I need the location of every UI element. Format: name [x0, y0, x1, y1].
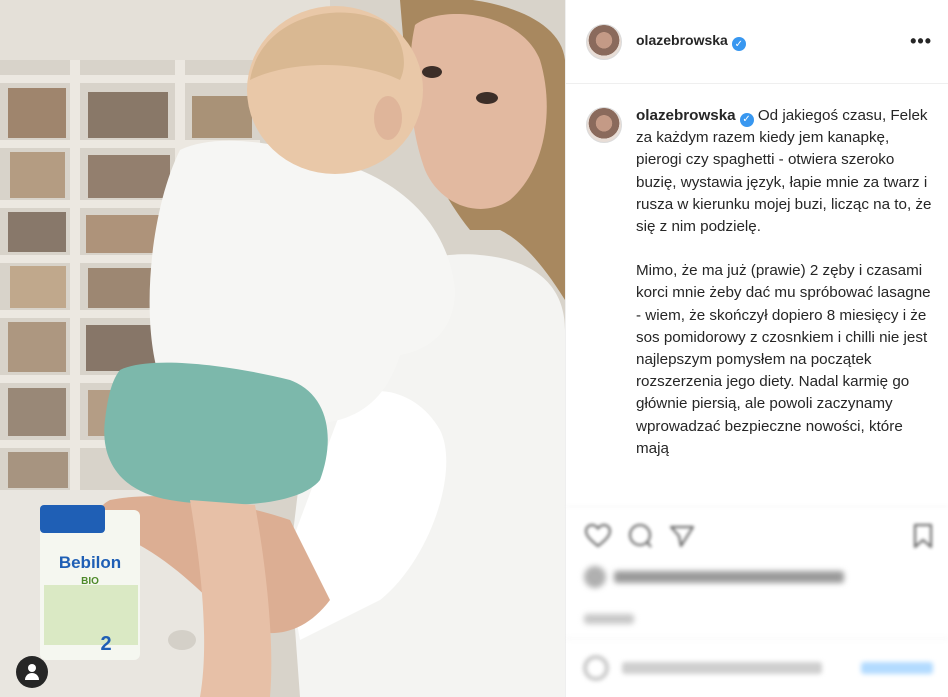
user-tag-button[interactable] — [16, 656, 48, 688]
post-timestamp-redacted — [584, 614, 634, 624]
post-photo[interactable]: Bebilon BIO 2 — [0, 0, 565, 697]
photo-illustration: Bebilon BIO 2 — [0, 0, 565, 697]
likes-text-redacted — [614, 571, 844, 583]
more-options-icon[interactable]: ••• — [910, 31, 932, 52]
caption-username[interactable]: olazebrowska — [636, 107, 736, 124]
caption-paragraph-1-text: Od jakiegoś czasu, Felek za każdym razem… — [636, 107, 932, 236]
emoji-icon[interactable] — [584, 656, 608, 680]
avatar[interactable] — [586, 23, 622, 60]
person-icon-head — [28, 664, 36, 672]
liker-avatar — [584, 566, 606, 588]
header-username[interactable]: olazebrowska ✓ — [636, 32, 746, 52]
heart-icon[interactable] — [584, 522, 612, 550]
product-brand-text: Bebilon — [59, 553, 121, 572]
post-side-panel: olazebrowska ✓ ••• olazebrowska ✓ Od jakie… — [565, 0, 948, 697]
post-comment-button-redacted[interactable] — [861, 662, 933, 674]
product-stage-text: 2 — [100, 633, 111, 655]
bookmark-icon[interactable] — [909, 522, 937, 550]
action-bar — [566, 506, 948, 564]
comment-icon[interactable] — [626, 522, 654, 550]
comment-box-redacted — [566, 638, 948, 697]
product-sub-text: BIO — [81, 576, 99, 587]
caption-area: olazebrowska ✓ Od jakiegoś czasu, Felek z… — [566, 85, 948, 501]
share-icon[interactable] — [668, 522, 696, 550]
caption-paragraph-1: olazebrowska ✓ Od jakiegoś czasu, Felek z… — [636, 105, 933, 238]
caption-text: olazebrowska ✓ Od jakiegoś czasu, Felek z… — [636, 105, 933, 501]
person-icon-body — [25, 673, 39, 680]
caption-avatar[interactable] — [586, 107, 622, 143]
comment-input-redacted[interactable] — [622, 662, 822, 674]
likes-summary-redacted — [584, 566, 929, 600]
verified-badge-icon: ✓ — [731, 37, 746, 52]
caption-paragraph-2: Mimo, że ma już (prawie) 2 zęby i czasam… — [636, 262, 931, 457]
header-username-text[interactable]: olazebrowska — [636, 32, 728, 48]
post-header: olazebrowska ✓ ••• — [566, 0, 948, 84]
verified-badge-icon: ✓ — [739, 113, 754, 128]
